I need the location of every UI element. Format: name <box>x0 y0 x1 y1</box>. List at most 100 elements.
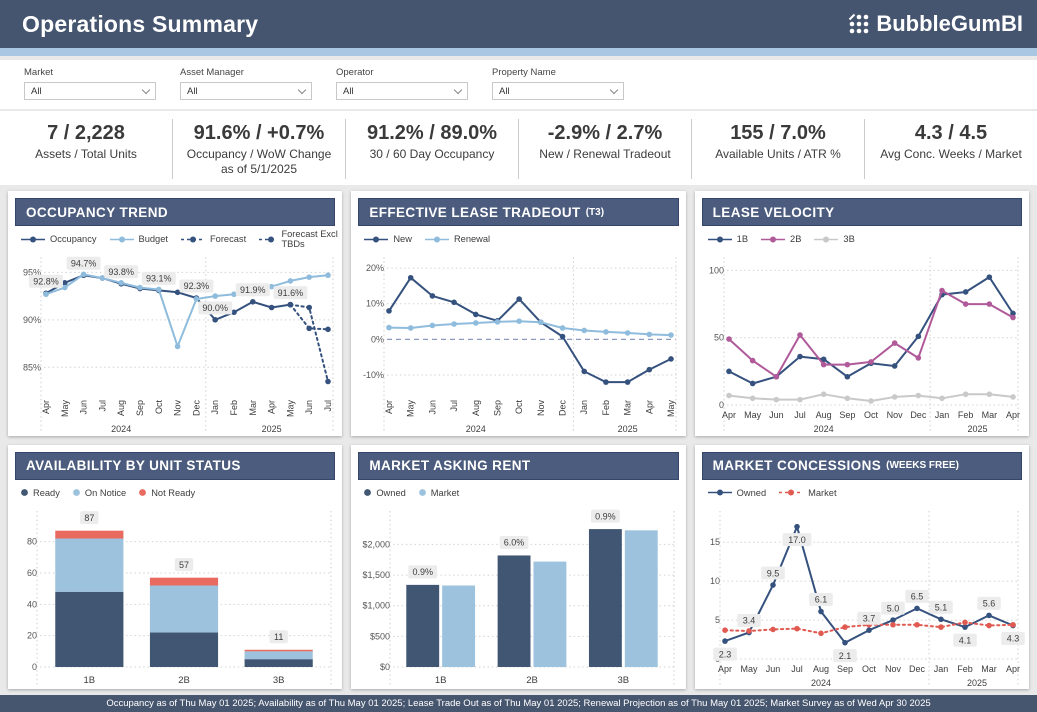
svg-text:Dec: Dec <box>558 400 568 417</box>
svg-text:0%: 0% <box>371 334 384 344</box>
legend-item: New <box>363 234 412 244</box>
svg-text:1B: 1B <box>435 675 447 686</box>
svg-text:Oct: Oct <box>862 664 877 674</box>
svg-text:Feb: Feb <box>958 410 974 420</box>
accent-strip <box>0 48 1037 56</box>
svg-text:93.1%: 93.1% <box>146 274 172 284</box>
svg-text:Feb: Feb <box>957 664 973 674</box>
asking-rent-legend: OwnedMarket <box>363 486 685 500</box>
svg-text:60: 60 <box>27 567 37 577</box>
dropdown-value: All <box>499 86 510 97</box>
svg-text:Jul: Jul <box>794 410 806 420</box>
svg-text:May: May <box>740 664 758 674</box>
legend-item: Market <box>778 488 836 498</box>
svg-text:2.1: 2.1 <box>838 650 851 660</box>
kpi-assets-total-units: 7 / 2,228 Assets / Total Units <box>0 119 173 179</box>
svg-text:Apr: Apr <box>645 400 655 414</box>
kpi-value: 7 / 2,228 <box>8 121 164 145</box>
filter-property-name: Property Name All <box>492 67 624 100</box>
svg-text:Mar: Mar <box>248 400 258 416</box>
svg-text:20%: 20% <box>366 263 384 273</box>
svg-text:Dec: Dec <box>910 410 927 420</box>
panel-concessions: MARKET CONCESSIONS (WEEKS FREE) OwnedMar… <box>695 445 1029 690</box>
svg-text:May: May <box>285 400 295 418</box>
svg-text:Nov: Nov <box>885 664 902 674</box>
svg-text:85%: 85% <box>23 362 41 372</box>
svg-text:Oct: Oct <box>864 410 879 420</box>
svg-text:Dec: Dec <box>909 664 926 674</box>
svg-text:$500: $500 <box>370 631 390 641</box>
kpi-value: 91.6% / +0.7% <box>181 121 337 145</box>
svg-text:87: 87 <box>84 512 94 522</box>
svg-text:Aug: Aug <box>471 400 481 416</box>
filter-asset-manager: Asset Manager All <box>180 67 312 100</box>
filter-bar: Market All Asset Manager All Operator Al… <box>0 60 1037 109</box>
kpi-label: Available Units / ATR % <box>700 147 856 162</box>
svg-text:6.0%: 6.0% <box>504 537 525 547</box>
market-dropdown[interactable]: All <box>24 82 156 100</box>
svg-text:40: 40 <box>27 599 37 609</box>
chevron-down-icon <box>298 85 306 93</box>
svg-text:May: May <box>406 400 416 418</box>
svg-text:$1,000: $1,000 <box>363 600 391 610</box>
lease-velocity-chart: 100500AprMayJunJulAugSepOctNovDecJanFebM… <box>699 247 1025 435</box>
svg-text:Aug: Aug <box>815 410 831 420</box>
availability-legend: ReadyOn NoticeNot Ready <box>20 486 342 500</box>
panel-title-text: MARKET CONCESSIONS <box>713 458 881 473</box>
dropdown-value: All <box>343 86 354 97</box>
svg-text:Apr: Apr <box>267 400 277 414</box>
svg-text:$2,000: $2,000 <box>363 539 391 549</box>
svg-text:$0: $0 <box>380 662 390 672</box>
svg-text:2024: 2024 <box>466 424 486 434</box>
chevron-down-icon <box>610 85 618 93</box>
svg-text:91.9%: 91.9% <box>240 285 266 295</box>
svg-text:Oct: Oct <box>514 400 524 415</box>
asking-rent-chart: $2,000$1,500$1,000$500$01B2B3B0.9%6.0%0.… <box>355 501 681 689</box>
svg-text:6.1: 6.1 <box>814 594 827 604</box>
svg-text:Nov: Nov <box>886 410 903 420</box>
panel-title: EFFECTIVE LEASE TRADEOUT (T3) <box>358 198 678 226</box>
brand: BubbleGumBI <box>848 11 1037 37</box>
filter-label: Market <box>24 67 156 78</box>
svg-text:10%: 10% <box>366 299 384 309</box>
svg-text:2024: 2024 <box>811 678 831 688</box>
svg-text:Apr: Apr <box>1006 410 1020 420</box>
filter-label: Operator <box>336 67 468 78</box>
svg-text:Apr: Apr <box>722 410 736 420</box>
svg-text:10: 10 <box>710 576 720 586</box>
panel-title-text: LEASE VELOCITY <box>713 205 835 220</box>
lease-tradeout-legend: NewRenewal <box>363 232 685 246</box>
svg-text:Oct: Oct <box>154 400 164 415</box>
operator-dropdown[interactable]: All <box>336 82 468 100</box>
svg-text:$1,500: $1,500 <box>363 570 391 580</box>
asset-manager-dropdown[interactable]: All <box>180 82 312 100</box>
kpi-label: 30 / 60 Day Occupancy <box>354 147 510 162</box>
svg-text:57: 57 <box>179 559 189 569</box>
svg-text:Jan: Jan <box>210 400 220 415</box>
panel-availability: AVAILABILITY BY UNIT STATUS ReadyOn Noti… <box>8 445 342 690</box>
filter-label: Property Name <box>492 67 624 78</box>
property-name-dropdown[interactable]: All <box>492 82 624 100</box>
kpi-value: -2.9% / 2.7% <box>527 121 683 145</box>
charts-grid: OCCUPANCY TREND OccupancyBudgetForecastF… <box>0 185 1037 695</box>
svg-text:94.7%: 94.7% <box>71 258 97 268</box>
kpi-label: Avg Conc. Weeks / Market <box>873 147 1029 162</box>
legend-item: Not Ready <box>138 488 195 498</box>
status-footer: Occupancy as of Thu May 01 2025; Availab… <box>0 695 1037 712</box>
svg-text:Jan: Jan <box>580 400 590 415</box>
kpi-available-units-atr: 155 / 7.0% Available Units / ATR % <box>692 119 865 179</box>
svg-text:5.1: 5.1 <box>934 602 947 612</box>
svg-text:Nov: Nov <box>536 400 546 417</box>
svg-text:Jan: Jan <box>933 664 948 674</box>
bubblegum-logo-icon <box>848 13 870 35</box>
footer-text: Occupancy as of Thu May 01 2025; Availab… <box>106 698 930 709</box>
occupancy-trend-chart: 95%90%85%AprMayJunJulAugSepOctNovDecJanF… <box>12 247 338 435</box>
svg-text:Mar: Mar <box>981 410 997 420</box>
legend-item: On Notice <box>72 488 126 498</box>
svg-text:9.5: 9.5 <box>766 568 779 578</box>
panel-title: LEASE VELOCITY <box>702 198 1022 226</box>
svg-text:Jul: Jul <box>791 664 803 674</box>
kpi-label: Occupancy / WoW Change as of 5/1/2025 <box>181 147 337 177</box>
kpi-avg-concession-weeks: 4.3 / 4.5 Avg Conc. Weeks / Market <box>865 119 1037 179</box>
svg-text:May: May <box>744 410 762 420</box>
